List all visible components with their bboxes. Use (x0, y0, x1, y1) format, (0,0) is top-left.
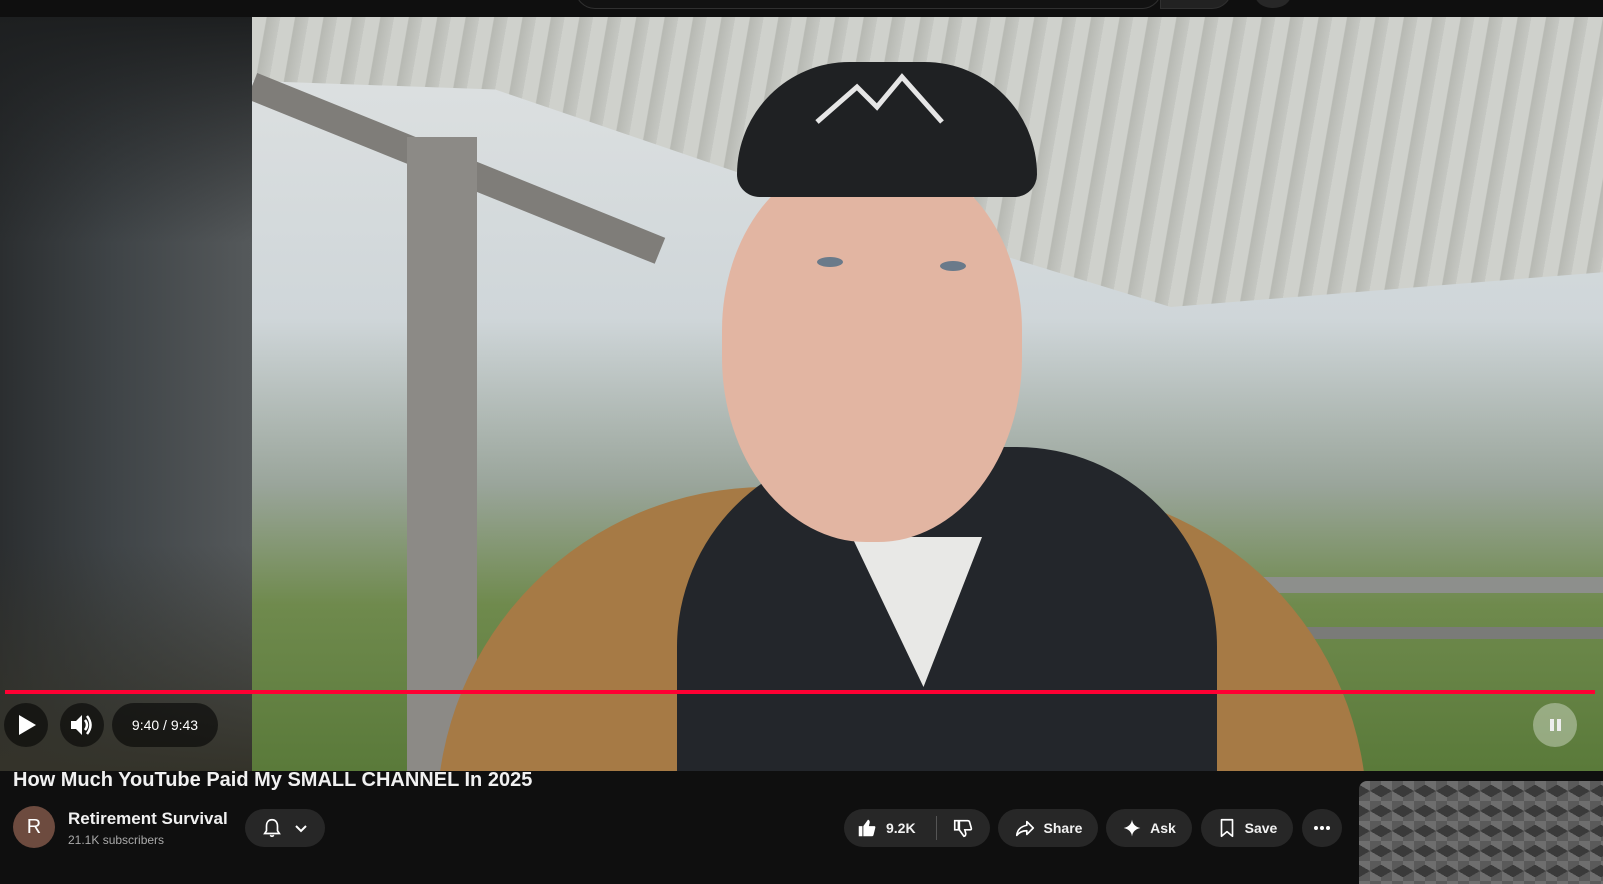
person-cap (737, 62, 1037, 197)
subscriber-count: 21.1K subscribers (68, 833, 165, 847)
pause-icon (1550, 719, 1561, 731)
bell-icon (263, 818, 281, 838)
search-button[interactable] (1160, 0, 1232, 9)
progress-bar[interactable] (5, 690, 1595, 694)
save-label: Save (1244, 820, 1278, 836)
avatar-letter: R (26, 815, 42, 838)
picnic-bench (1282, 627, 1603, 639)
play-button[interactable] (4, 703, 48, 747)
video-frame[interactable] (252, 17, 1603, 771)
related-video-thumbnail[interactable] (1359, 781, 1603, 884)
save-button[interactable]: Save (1201, 809, 1293, 847)
notifications-button[interactable] (245, 809, 325, 847)
video-title: How Much YouTube Paid My SMALL CHANNEL I… (13, 769, 533, 791)
search-input[interactable] (575, 0, 1162, 9)
like-count: 9.2K (886, 820, 916, 836)
volume-icon (71, 715, 92, 735)
like-button[interactable]: 9.2K (844, 817, 934, 839)
mountain-logo-icon (815, 73, 944, 124)
thumbs-up-icon (858, 819, 876, 837)
pavilion-post (407, 137, 477, 771)
channel-name[interactable]: Retirement Survival (68, 809, 228, 829)
picnic-table (1252, 577, 1603, 593)
chevron-down-icon (295, 825, 307, 833)
mute-button[interactable] (60, 703, 104, 747)
bookmark-icon (1220, 818, 1233, 838)
like-dislike-group: 9.2K (844, 809, 990, 847)
person-face (722, 157, 1022, 542)
person-eye-left (817, 257, 843, 267)
time-display: 9:40 / 9:43 (112, 703, 218, 747)
thumbs-down-icon (953, 819, 973, 838)
more-horizontal-icon (1314, 826, 1330, 830)
share-label: Share (1043, 820, 1083, 836)
voice-search-button[interactable] (1255, 0, 1291, 8)
share-icon (1015, 820, 1034, 837)
ask-label: Ask (1150, 820, 1176, 836)
sparkle-icon (1123, 819, 1141, 837)
ask-button[interactable]: Ask (1106, 809, 1192, 847)
channel-avatar[interactable]: R (13, 806, 55, 848)
play-icon (19, 715, 36, 735)
share-button[interactable]: Share (998, 809, 1098, 847)
person-eye-right (940, 261, 966, 271)
player-side-blur (0, 17, 252, 771)
more-actions-button[interactable] (1302, 809, 1342, 847)
dislike-button[interactable] (937, 817, 989, 839)
masthead (0, 0, 1603, 17)
video-player[interactable]: 9:40 / 9:43 (0, 17, 1603, 771)
time-display-text: 9:40 / 9:43 (131, 717, 199, 733)
pip-button[interactable] (1533, 703, 1577, 747)
